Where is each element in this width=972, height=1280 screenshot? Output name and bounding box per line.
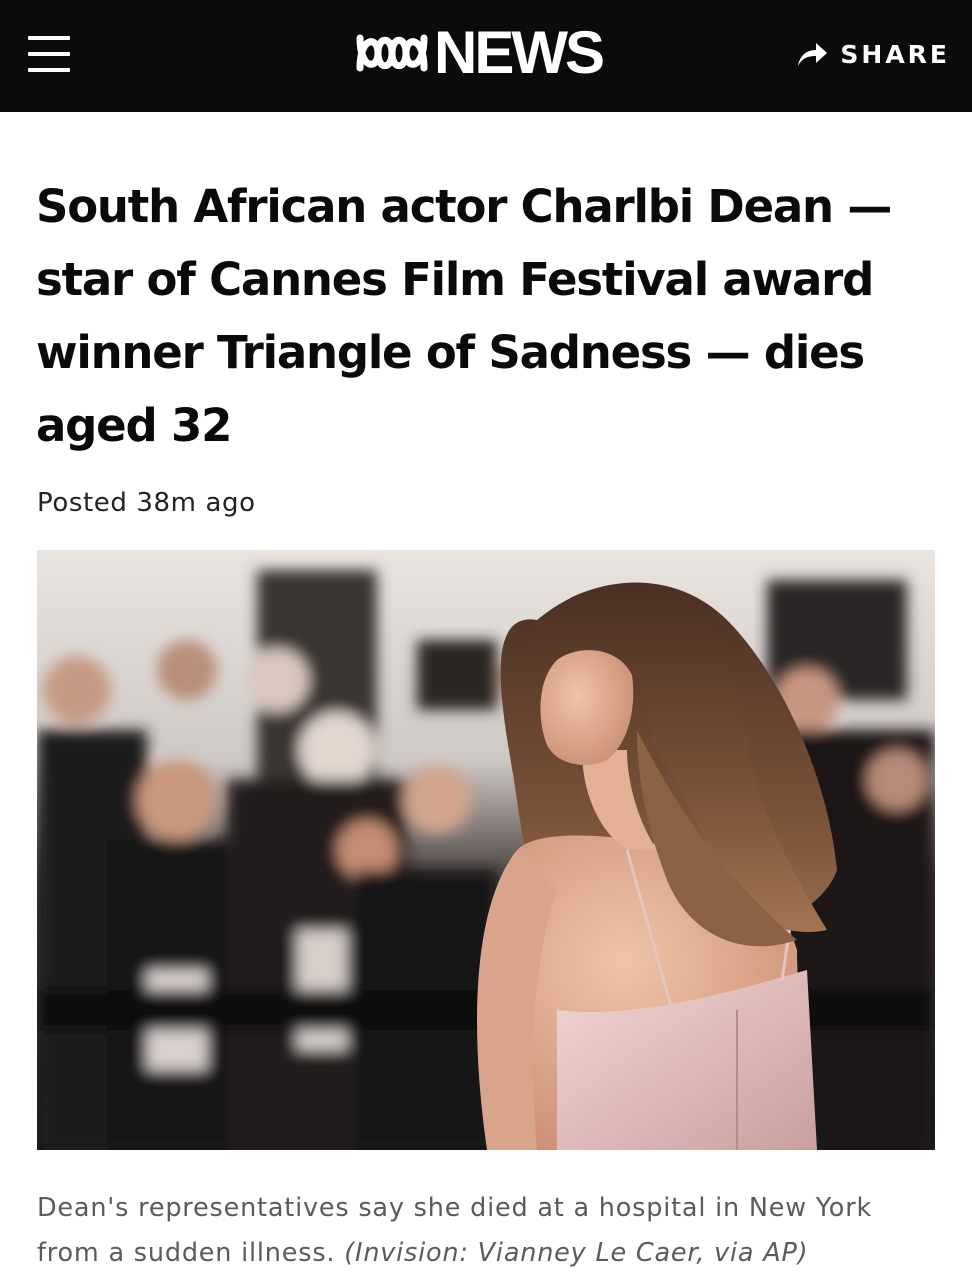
abc-lissajous-logo-icon (356, 34, 428, 72)
top-navigation-bar: NEWS SHARE (0, 0, 972, 112)
abc-news-logo[interactable]: NEWS (356, 19, 605, 86)
share-arrow-icon (798, 43, 828, 66)
hamburger-menu-icon[interactable] (28, 36, 72, 72)
hero-photo[interactable] (37, 550, 935, 1150)
photo-credit: (Invision: Vianney Le Caer, via AP) (344, 1238, 809, 1268)
posted-timestamp: Posted 38m ago (37, 488, 256, 518)
article-headline: South African actor Charlbi Dean — star … (36, 180, 892, 452)
photo-caption: Dean's representatives say she died at a… (37, 1186, 937, 1276)
share-button[interactable]: SHARE (796, 38, 950, 70)
red-carpet-photo-illustration (37, 550, 935, 1150)
share-label: SHARE (840, 39, 950, 69)
logo-text: NEWS (434, 19, 605, 86)
